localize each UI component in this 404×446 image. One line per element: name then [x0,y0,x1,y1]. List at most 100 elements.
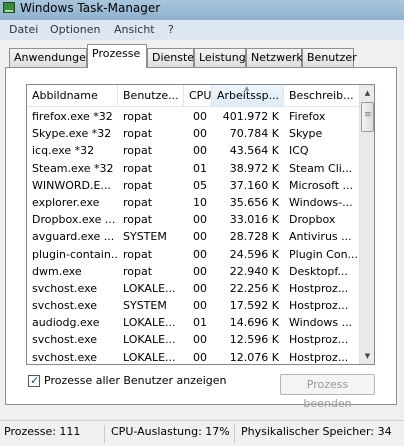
menu-ansicht[interactable]: Ansicht [114,23,155,36]
table-row[interactable]: WINWORD.E... ropat 05 37.160 K Microsoft ... [27,177,360,194]
tab-dienste[interactable]: Dienste [147,48,194,67]
tab-label: Anwendungen [14,51,93,64]
row-cpu: 10 [193,195,207,209]
tab-prozesse[interactable]: Prozesse [87,44,147,68]
row-user: SYSTEM [123,230,167,244]
tab-netzwerk[interactable]: Netzwerk [246,48,303,67]
row-memory: 22.256 K [229,281,279,295]
row-image-name: Dropbox.exe ... [32,213,116,227]
table-row[interactable]: plugin-contain... ropat 00 24.596 K Plugin C… [27,246,360,263]
table-row[interactable]: icq.exe *32 ropat 00 43.564 K ICQ [27,142,360,159]
table-row[interactable]: avguard.exe ... SYSTEM 00 28.728 K Antivirus… [27,228,360,245]
row-memory: 33.016 K [229,213,279,227]
row-cpu: 00 [193,299,207,313]
row-image-name: svchost.exe [32,333,98,347]
row-cpu: 01 [193,316,207,330]
row-image-name: Skype.exe *32 [32,127,112,141]
row-user: ropat [123,264,153,278]
scroll-up-icon[interactable]: ▲ [360,85,374,101]
scroll-thumb[interactable] [361,102,374,132]
row-cpu: 05 [193,178,207,192]
row-image-name: dwm.exe [32,264,82,278]
table-row[interactable]: Skype.exe *32 ropat 00 70.784 K Skype [27,125,360,142]
tab-leistung[interactable]: Leistung [194,48,246,67]
row-description: Dropbox [289,213,336,227]
row-memory: 24.596 K [229,247,279,261]
table-row[interactable]: Dropbox.exe ... ropat 00 33.016 K Dropbox [27,211,360,228]
row-cpu: 00 [193,247,207,261]
menu-help[interactable]: ? [168,23,174,36]
table-row[interactable]: svchost.exe LOKALE... 00 12.596 K Hostproz..… [27,331,360,348]
row-image-name: plugin-contain... [32,247,118,261]
row-user: LOKALE... [123,333,176,347]
vertical-scrollbar[interactable]: ▲ ▼ [359,85,374,364]
row-memory: 35.656 K [229,195,279,209]
column-header-description[interactable]: Beschreib... [284,85,360,107]
row-description: Plugin Con... [289,247,359,261]
task-manager-icon [3,2,15,13]
table-row[interactable]: svchost.exe SYSTEM 00 17.592 K Hostproz... [27,297,360,314]
row-image-name: svchost.exe [32,350,98,364]
table-row[interactable]: svchost.exe LOKALE... 00 12.076 K Hostproz..… [27,349,360,364]
row-user: ropat [123,247,153,261]
row-cpu: 01 [193,161,207,175]
row-image-name: avguard.exe ... [32,230,115,244]
table-row[interactable]: svchost.exe LOKALE... 00 22.256 K Hostproz..… [27,280,360,297]
row-cpu: 00 [193,264,207,278]
row-memory: 38.972 K [229,161,279,175]
status-process-count: Prozesse: 111 [0,425,105,443]
row-memory: 401.972 K [222,110,279,123]
show-all-users-checkbox[interactable] [28,374,40,387]
row-memory: 43.564 K [229,144,279,158]
row-memory: 14.696 K [229,316,279,330]
column-header-cpu[interactable]: CPU [184,85,212,107]
row-memory: 22.940 K [229,264,279,278]
status-bar: Prozesse: 111 CPU-Auslastung: 17% Physik… [0,420,404,446]
row-description: Firefox [289,110,326,123]
row-description: Hostproz... [289,281,349,295]
tab-label: Leistung [199,51,246,64]
row-description: Steam Cli... [289,161,353,175]
show-all-users-label: Prozesse aller Benutzer anzeigen [44,374,227,387]
row-image-name: svchost.exe [32,281,98,295]
table-row[interactable]: explorer.exe ropat 10 35.656 K Windows-... [27,194,360,211]
column-header-image-name[interactable]: Abbildname [27,85,118,107]
row-cpu: 00 [193,213,207,227]
column-header-user[interactable]: Benutze... [118,85,184,107]
row-user: LOKALE... [123,281,176,295]
tab-benutzer[interactable]: Benutzer [302,48,357,67]
row-description: Microsoft ... [289,178,354,192]
row-description: Hostproz... [289,299,349,313]
row-user: ropat [123,178,153,192]
row-memory: 37.160 K [229,178,279,192]
process-list[interactable]: Abbildname Benutze... CPU ▲ Arbeitssp...… [26,84,375,365]
tab-anwendungen[interactable]: Anwendungen [9,48,93,67]
row-memory: 28.728 K [229,230,279,244]
tab-label: Dienste [152,51,195,64]
row-description: ICQ [289,144,309,158]
row-cpu: 00 [193,110,207,123]
column-header-memory[interactable]: ▲ Arbeitssp... [212,85,284,107]
title-bar[interactable]: Windows Task-Manager [0,0,404,20]
row-image-name: Steam.exe *32 [32,161,114,175]
table-row[interactable]: dwm.exe ropat 00 22.940 K Desktopf... [27,263,360,280]
row-description: Windows-... [289,195,353,209]
menu-datei[interactable]: Datei [9,23,38,36]
row-cpu: 00 [193,350,207,364]
table-row[interactable]: audiodg.exe LOKALE... 01 14.696 K Windows ..… [27,314,360,331]
row-image-name: icq.exe *32 [32,144,95,158]
status-cpu-usage: CPU-Auslastung: 17% [107,425,235,443]
list-header: Abbildname Benutze... CPU ▲ Arbeitssp...… [27,85,360,107]
row-user: ropat [123,161,153,175]
row-description: Hostproz... [289,333,349,347]
table-row[interactable]: Steam.exe *32 ropat 01 38.972 K Steam Cli... [27,160,360,177]
row-cpu: 00 [193,281,207,295]
scroll-down-icon[interactable]: ▼ [360,348,374,364]
tab-label: Prozesse [92,47,141,60]
row-memory: 12.076 K [229,350,279,364]
menu-optionen[interactable]: Optionen [50,23,100,36]
row-image-name: explorer.exe [32,195,100,209]
table-row[interactable]: firefox.exe *32 ropat 00 401.972 K Firefox [27,108,360,125]
end-process-button[interactable]: Prozess beenden [280,374,375,410]
row-description: Antivirus ... [289,230,352,244]
